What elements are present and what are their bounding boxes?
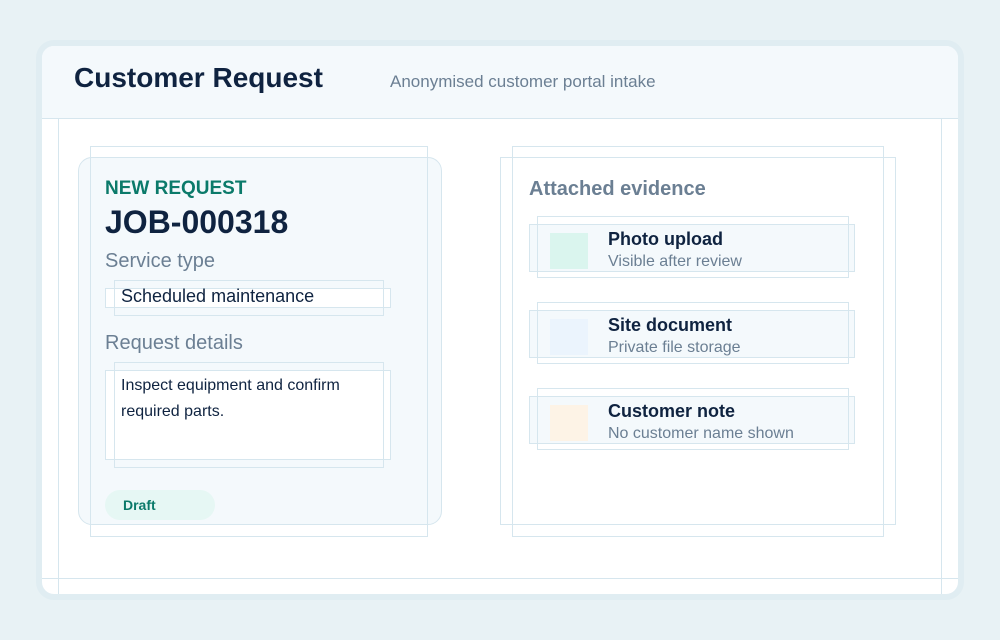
footer-divider [42, 578, 958, 579]
request-window: Customer Request Anonymised customer por… [36, 40, 964, 600]
request-card: NEW REQUEST JOB-000318 Service type Sche… [78, 146, 442, 537]
evidence-item-title: Customer note [608, 401, 736, 421]
note-icon [550, 405, 588, 441]
request-details-value: Inspect equipment and confirm required p… [121, 377, 340, 420]
evidence-item-subtitle: No customer name shown [608, 425, 794, 442]
document-icon [550, 319, 588, 355]
request-details-label: Request details [105, 332, 243, 354]
image-icon [550, 233, 588, 269]
evidence-item-title: Photo upload [608, 229, 723, 249]
evidence-item-subtitle: Private file storage [608, 339, 741, 356]
service-type-field[interactable]: Scheduled maintenance [105, 280, 391, 316]
page-subtitle: Anonymised customer portal intake [390, 72, 656, 91]
evidence-item-document[interactable]: Site document Private file storage [529, 302, 855, 364]
request-eyebrow: NEW REQUEST [105, 178, 247, 199]
job-id: JOB-000318 [105, 204, 289, 240]
page-header: Customer Request Anonymised customer por… [42, 46, 958, 119]
service-type-value: Scheduled maintenance [121, 286, 315, 306]
request-details-field[interactable]: Inspect equipment and confirm required p… [105, 362, 391, 468]
page-title: Customer Request [74, 62, 323, 93]
evidence-item-title: Site document [608, 315, 733, 335]
service-type-label: Service type [105, 250, 216, 272]
evidence-card: Attached evidence Photo upload Visible a… [500, 146, 896, 537]
evidence-item-note[interactable]: Customer note No customer name shown [529, 388, 855, 450]
evidence-item-subtitle: Visible after review [608, 253, 742, 270]
evidence-item-photo[interactable]: Photo upload Visible after review [529, 216, 855, 278]
status-badge: Draft [105, 490, 215, 520]
evidence-title: Attached evidence [529, 178, 706, 200]
